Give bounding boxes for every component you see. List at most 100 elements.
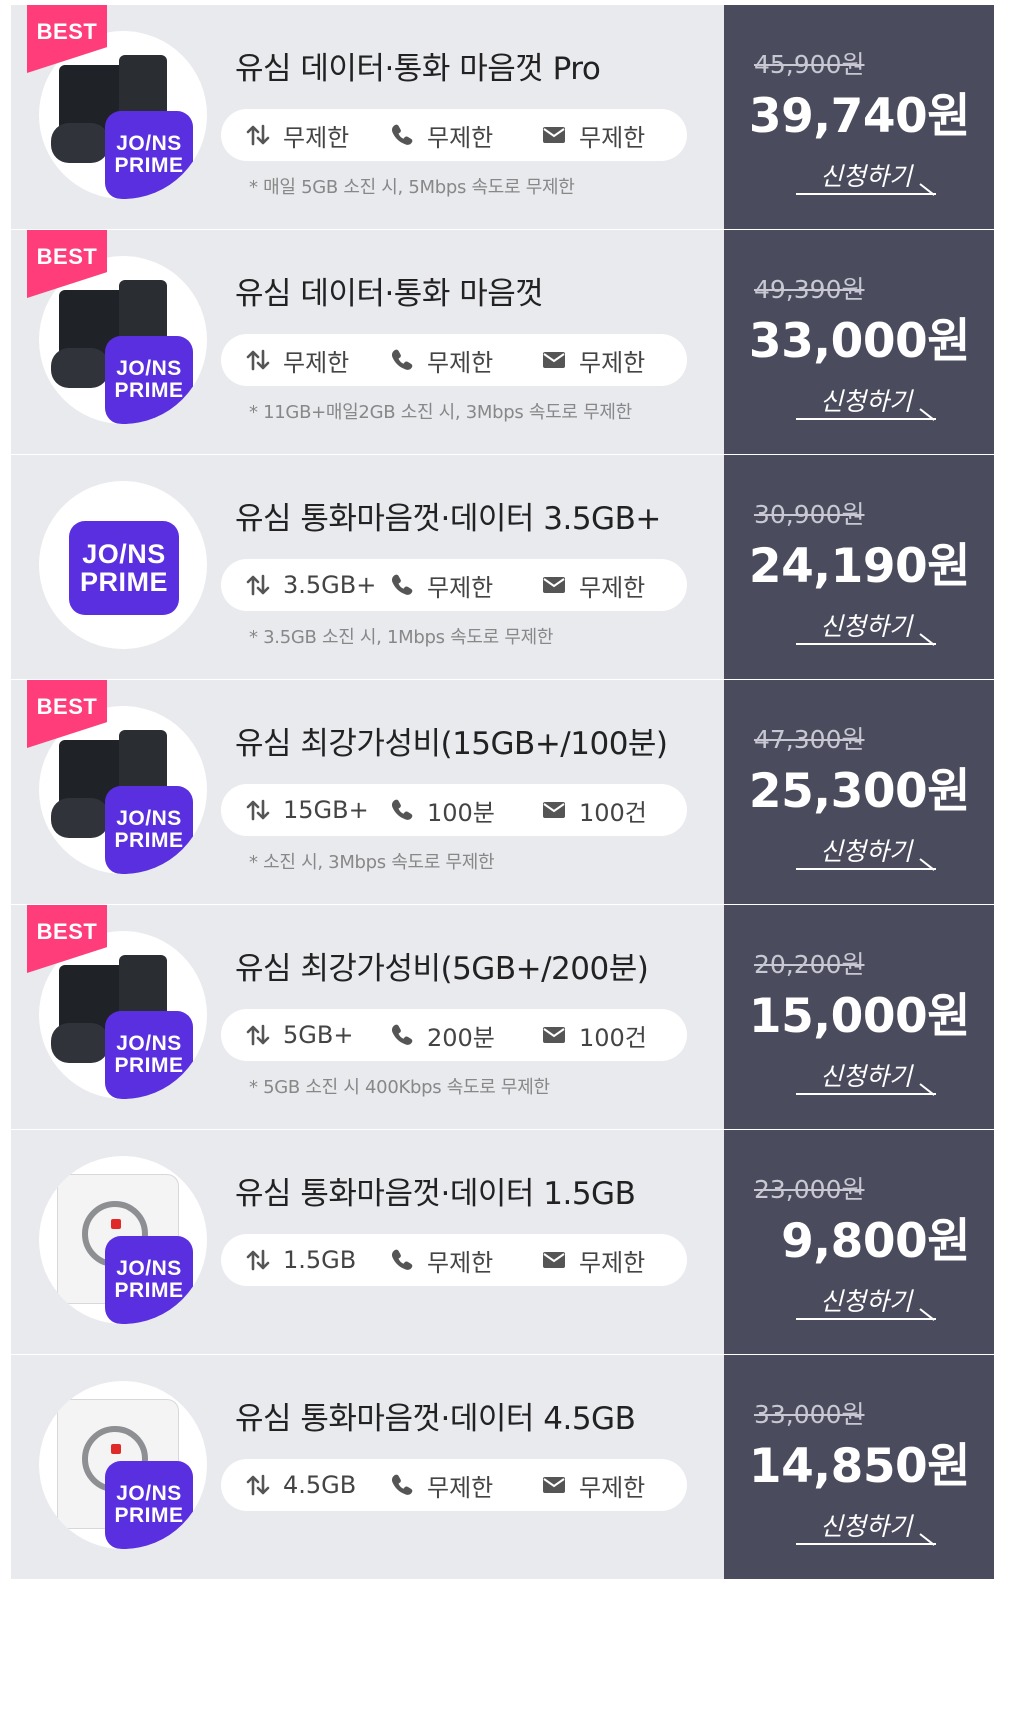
plan-card[interactable]: JO/NS PRIME 유심 통화마음껏·데이터 4.5GB 4.5GB 무제한 …: [11, 1355, 994, 1579]
mail-icon: [541, 797, 567, 823]
data-feature: 5GB+: [245, 1009, 353, 1061]
plan-title: 유심 최강가성비(5GB+/200분): [235, 951, 649, 987]
plan-features: 4.5GB 무제한 무제한: [221, 1459, 687, 1511]
phone-icon: [389, 122, 415, 148]
data-feature: 무제한: [245, 109, 349, 161]
apply-button[interactable]: 신청하기: [796, 603, 940, 647]
brand-logo: JO/NS PRIME: [105, 1011, 193, 1099]
brand-logo-line1: JO/NS: [116, 806, 182, 830]
brand-logo: JO/NS PRIME: [105, 111, 193, 199]
plan-card[interactable]: JO/NS PRIME 유심 최강가성비(5GB+/200분) 5GB+ 200분…: [11, 905, 994, 1129]
sms-value: 100건: [579, 1023, 647, 1052]
plan-note: * 매일 5GB 소진 시, 5Mbps 속도로 무제한: [249, 177, 575, 198]
brand-logo: JO/NS PRIME: [105, 336, 193, 424]
price-panel: 23,000원 9,800원 신청하기: [724, 1130, 994, 1354]
plan-features: 무제한 무제한 무제한: [221, 334, 687, 386]
brand-logo-line2: PRIME: [114, 1054, 184, 1077]
plan-card[interactable]: JO/NS PRIME 유심 데이터·통화 마음껏 무제한 무제한 무제한 * 1…: [11, 230, 994, 454]
plan-title: 유심 최강가성비(15GB+/100분): [235, 726, 668, 762]
device-graphic: [51, 798, 109, 838]
data-transfer-icon: [245, 572, 271, 598]
data-feature: 3.5GB+: [245, 559, 376, 611]
brand-logo-line1: JO/NS: [116, 1481, 182, 1505]
original-price: 20,200원: [754, 950, 865, 979]
apply-underline: [796, 418, 936, 420]
brand-logo-line1: JO/NS: [116, 131, 182, 155]
apply-label: 신청하기: [820, 1062, 913, 1091]
data-feature: 1.5GB: [245, 1234, 356, 1286]
data-transfer-icon: [245, 797, 271, 823]
sale-price: 25,300원: [748, 764, 971, 819]
plan-note: * 소진 시, 3Mbps 속도로 무제한: [249, 852, 495, 873]
brand-logo: JO/NS PRIME: [69, 521, 179, 615]
data-value: 3.5GB+: [283, 571, 377, 599]
sms-feature: 무제한: [541, 334, 645, 386]
brand-logo-line2: PRIME: [114, 829, 184, 852]
call-feature: 무제한: [389, 559, 493, 611]
call-value: 200분: [427, 1023, 495, 1052]
data-value: 무제한: [283, 348, 350, 377]
call-feature: 200분: [389, 1009, 495, 1061]
data-value: 5GB+: [283, 1021, 354, 1049]
mail-icon: [541, 1472, 567, 1498]
sms-value: 100건: [579, 798, 647, 827]
original-price: 30,900원: [754, 500, 865, 529]
original-price: 47,300원: [754, 725, 865, 754]
plan-features: 무제한 무제한 무제한: [221, 109, 687, 161]
apply-button[interactable]: 신청하기: [796, 1503, 940, 1547]
data-value: 4.5GB: [283, 1471, 357, 1499]
call-feature: 무제한: [389, 109, 493, 161]
sms-feature: 100건: [541, 784, 647, 836]
phone-icon: [389, 1247, 415, 1273]
plan-title: 유심 데이터·통화 마음껏 Pro: [235, 51, 601, 87]
call-value: 무제한: [427, 1473, 494, 1502]
apply-underline: [796, 643, 936, 645]
data-transfer-icon: [245, 1247, 271, 1273]
price-panel: 20,200원 15,000원 신청하기: [724, 905, 994, 1129]
original-price: 45,900원: [754, 50, 865, 79]
plan-card[interactable]: JO/NS PRIME 유심 데이터·통화 마음껏 Pro 무제한 무제한 무제한…: [11, 5, 994, 229]
apply-button[interactable]: 신청하기: [796, 153, 940, 197]
brand-logo-line2: PRIME: [79, 567, 168, 597]
brand-logo: JO/NS PRIME: [105, 1236, 193, 1324]
brand-logo-line2: PRIME: [114, 1504, 184, 1527]
data-value: 1.5GB: [283, 1246, 357, 1274]
apply-button[interactable]: 신청하기: [796, 378, 940, 422]
data-value: 무제한: [283, 123, 350, 152]
phone-icon: [389, 347, 415, 373]
brand-logo-line2: PRIME: [114, 154, 184, 177]
plan-card[interactable]: JO/NS PRIME 유심 통화마음껏·데이터 1.5GB 1.5GB 무제한 …: [11, 1130, 994, 1354]
original-price: 49,390원: [754, 275, 865, 304]
original-price: 23,000원: [754, 1175, 865, 1204]
device-graphic: [51, 123, 109, 163]
apply-button[interactable]: 신청하기: [796, 1278, 940, 1322]
apply-label: 신청하기: [820, 837, 913, 866]
sale-price: 33,000원: [748, 314, 971, 369]
phone-icon: [389, 1022, 415, 1048]
call-value: 무제한: [427, 348, 494, 377]
data-value: 15GB+: [283, 796, 369, 824]
sale-price: 24,190원: [748, 539, 971, 594]
apply-underline: [796, 1093, 936, 1095]
price-panel: 30,900원 24,190원 신청하기: [724, 455, 994, 679]
call-value: 100분: [427, 798, 495, 827]
brand-logo: JO/NS PRIME: [105, 1461, 193, 1549]
sms-value: 무제한: [579, 1473, 646, 1502]
product-image: JO/NS PRIME: [39, 481, 207, 649]
apply-button[interactable]: 신청하기: [796, 828, 940, 872]
call-value: 무제한: [427, 1248, 494, 1277]
plan-card[interactable]: JO/NS PRIME 유심 최강가성비(15GB+/100분) 15GB+ 10…: [11, 680, 994, 904]
apply-button[interactable]: 신청하기: [796, 1053, 940, 1097]
device-graphic: [51, 348, 109, 388]
brand-logo-line1: JO/NS: [82, 538, 166, 569]
mail-icon: [541, 347, 567, 373]
data-transfer-icon: [245, 1022, 271, 1048]
plan-features: 15GB+ 100분 100건: [221, 784, 687, 836]
price-panel: 47,300원 25,300원 신청하기: [724, 680, 994, 904]
plan-card[interactable]: JO/NS PRIME 유심 통화마음껏·데이터 3.5GB+ 3.5GB+ 무제…: [11, 455, 994, 679]
sms-feature: 무제한: [541, 1459, 645, 1511]
plan-note: * 11GB+매일2GB 소진 시, 3Mbps 속도로 무제한: [249, 402, 632, 423]
plan-note: * 3.5GB 소진 시, 1Mbps 속도로 무제한: [249, 627, 554, 648]
data-feature: 무제한: [245, 334, 349, 386]
apply-underline: [796, 868, 936, 870]
